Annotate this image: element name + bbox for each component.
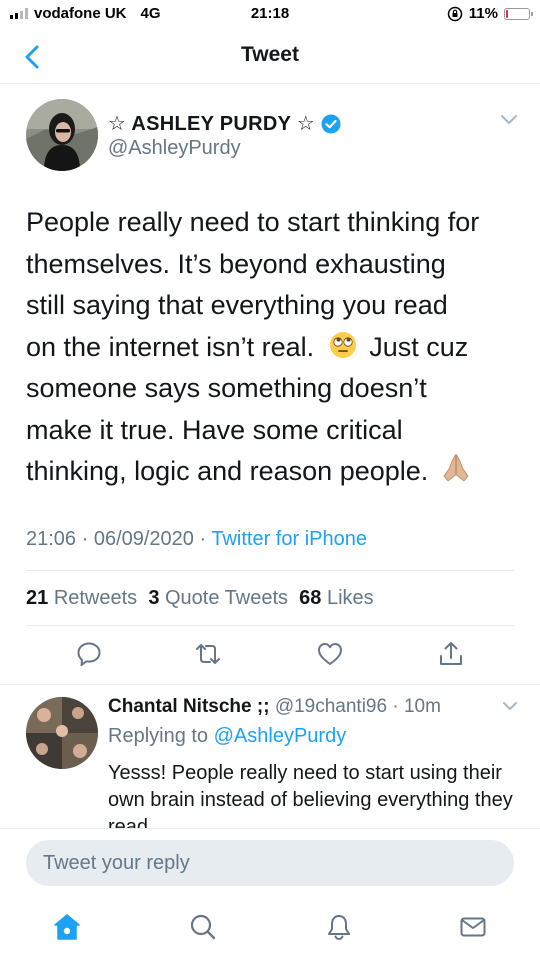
battery-percent: 11% (468, 5, 498, 22)
reply-text: Yesss! People really need to start using… (108, 762, 513, 828)
tweet-line: themselves. It’s beyond exhausting (26, 248, 446, 279)
reply-author-handle-time[interactable]: @19chanti96 · 10m (275, 696, 441, 717)
like-heart-icon[interactable] (316, 640, 344, 668)
tweet-line-with-emoji: thinking, logic and reason people. (26, 451, 526, 493)
top-nav: Tweet (0, 30, 540, 84)
likes-stat[interactable]: 68 Likes (299, 587, 374, 609)
divider (26, 570, 514, 571)
reply-input[interactable]: Tweet your reply (26, 840, 514, 886)
verified-badge-icon (321, 114, 341, 133)
orientation-lock-icon (447, 6, 463, 21)
page-title: Tweet (241, 43, 299, 66)
replying-to: Replying to @AshleyPurdy (108, 725, 346, 748)
quote-tweets-stat[interactable]: 3 Quote Tweets (148, 587, 288, 609)
tweet-line: someone says something doesn’t (26, 373, 427, 403)
tweet-line: still saying that everything you read (26, 290, 448, 320)
reply-menu-chevron-down-icon[interactable] (502, 701, 518, 712)
author-avatar[interactable] (26, 99, 98, 171)
divider (26, 625, 514, 626)
replying-to-mention[interactable]: @AshleyPurdy (214, 725, 347, 747)
tweet-source-link[interactable]: Twitter for iPhone (211, 528, 367, 550)
author-handle[interactable]: @AshleyPurdy (108, 137, 241, 160)
tweet-line: People really need to start thinking for (26, 207, 480, 237)
messages-envelope-icon[interactable] (458, 912, 488, 942)
replying-to-label: Replying to (108, 725, 209, 747)
tweet-text: People really need to start thinking for… (26, 202, 526, 493)
tweet-stats: 21 Retweets 3 Quote Tweets 68 Likes (26, 587, 374, 610)
tweet-menu-chevron-down-icon[interactable] (500, 114, 518, 126)
search-icon[interactable] (188, 912, 218, 942)
battery-icon (504, 7, 533, 20)
tweet-line-with-emoji: on the internet isn’t real. Just cuz (26, 327, 526, 369)
home-icon[interactable] (52, 912, 82, 942)
share-icon[interactable] (437, 640, 465, 668)
reply-author-avatar[interactable] (26, 697, 98, 769)
reply-header: Chantal Nitsche ;; @19chanti96 · 10m (108, 696, 441, 718)
bottom-tab-bar (0, 898, 540, 960)
status-bar: vodafone UK 4G 21:18 11% (0, 0, 540, 30)
section-divider (0, 684, 540, 685)
tweet-line: Just cuz (369, 331, 469, 362)
folded-hands-emoji-icon (443, 453, 469, 482)
reply-composer: Tweet your reply (0, 828, 540, 898)
author-name[interactable]: ☆ ASHLEY PURDY ☆ (108, 111, 341, 136)
rolling-eyes-emoji-icon (329, 331, 356, 358)
tweet-timestamp: 21:06 · 06/09/2020 · Twitter for iPhone (26, 528, 367, 551)
tweet-line: thinking, logic and reason people. (26, 456, 429, 486)
retweet-icon[interactable] (194, 640, 222, 668)
reply-icon[interactable] (75, 640, 103, 668)
tweet-time: 21:06 · 06/09/2020 · (26, 528, 207, 550)
battery-fill (506, 9, 508, 18)
notifications-bell-icon[interactable] (324, 912, 354, 942)
battery-info: 11% (447, 5, 533, 22)
author-name-text: ☆ ASHLEY PURDY ☆ (108, 113, 315, 135)
tweet-line: make it true. Have some critical (26, 414, 403, 445)
tweet-actions (0, 640, 540, 670)
retweets-stat[interactable]: 21 Retweets (26, 587, 137, 609)
tweet-line: on the internet isn’t real. (26, 331, 315, 362)
reply-author-name[interactable]: Chantal Nitsche ;; (108, 696, 270, 717)
